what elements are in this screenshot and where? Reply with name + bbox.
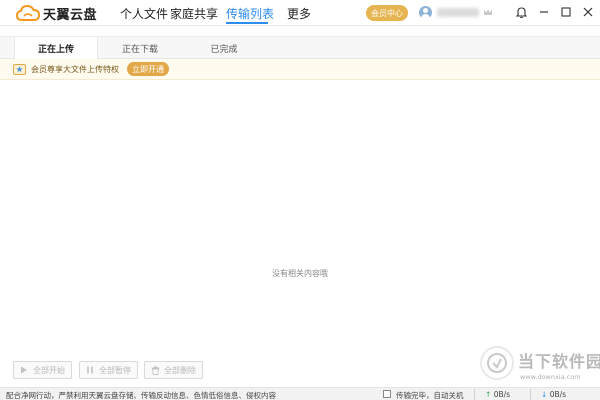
vip-badge-icon bbox=[13, 63, 26, 75]
pause-all-label: 全部暂停 bbox=[99, 365, 131, 375]
nav-more[interactable]: 更多 bbox=[287, 5, 311, 22]
title-bar: 天翼云盘 个人文件 家庭共享 传输列表 更多 会员中心 bbox=[0, 0, 600, 26]
upload-speed-value: 0B/s bbox=[493, 390, 511, 399]
watermark-url: www.downxia.com bbox=[520, 373, 581, 381]
username-redacted[interactable] bbox=[437, 8, 479, 17]
tab-uploading[interactable]: 正在上传 bbox=[14, 37, 98, 60]
auto-shutdown-checkbox[interactable] bbox=[383, 390, 391, 398]
close-icon[interactable] bbox=[582, 6, 594, 18]
start-all-label: 全部开始 bbox=[33, 365, 65, 375]
nav-transfer-list[interactable]: 传输列表 bbox=[226, 5, 274, 22]
maximize-icon[interactable] bbox=[560, 6, 572, 18]
status-divider bbox=[474, 389, 475, 400]
download-speed: ↓ 0B/s bbox=[541, 390, 566, 399]
transfer-tabs: 正在上传 正在下载 已完成 bbox=[0, 36, 600, 60]
activate-now-button[interactable]: 立即开通 bbox=[127, 62, 169, 76]
watermark-text: 当下软件园 bbox=[518, 352, 600, 371]
tab-downloading[interactable]: 正在下载 bbox=[98, 37, 182, 59]
nav-personal-files[interactable]: 个人文件 bbox=[120, 5, 168, 22]
auto-shutdown-label[interactable]: 传输完毕，自动关机 bbox=[396, 390, 464, 400]
start-all-button[interactable]: 全部开始 bbox=[13, 361, 72, 379]
arrow-down-icon: ↓ bbox=[541, 390, 548, 399]
delete-all-label: 全部删除 bbox=[164, 365, 196, 375]
vip-promo-bar: 会员尊享大文件上传特权 立即开通 bbox=[0, 59, 600, 80]
vip-center-button[interactable]: 会员中心 bbox=[366, 5, 408, 21]
delete-all-button[interactable]: 全部删除 bbox=[144, 361, 203, 379]
crown-icon bbox=[483, 7, 493, 17]
app-logo-text: 天翼云盘 bbox=[43, 7, 98, 23]
site-watermark: 当下软件园 www.downxia.com bbox=[480, 346, 600, 386]
upload-speed: ↑ 0B/s bbox=[485, 390, 510, 399]
empty-state-message: 没有相关内容哦 bbox=[272, 269, 328, 278]
tab-completed[interactable]: 已完成 bbox=[182, 37, 266, 59]
minimize-icon[interactable] bbox=[538, 6, 550, 18]
download-speed-value: 0B/s bbox=[549, 390, 567, 399]
pause-icon bbox=[85, 365, 95, 375]
play-icon bbox=[19, 365, 29, 375]
nav-family-share[interactable]: 家庭共享 bbox=[170, 5, 218, 22]
app-logo: 天翼云盘 bbox=[16, 5, 98, 23]
trash-icon bbox=[150, 365, 160, 375]
bell-icon[interactable] bbox=[515, 6, 527, 18]
status-bar: 配合净网行动，严禁利用天翼云盘存储、传输反动信息、色情低俗信息、侵权内容 传输完… bbox=[0, 387, 600, 400]
cloud-logo-icon bbox=[16, 5, 40, 21]
policy-notice: 配合净网行动，严禁利用天翼云盘存储、传输反动信息、色情低俗信息、侵权内容 bbox=[6, 391, 276, 400]
status-divider bbox=[530, 389, 531, 400]
arrow-up-icon: ↑ bbox=[485, 390, 492, 399]
pause-all-button[interactable]: 全部暂停 bbox=[79, 361, 138, 379]
nav-active-indicator bbox=[226, 22, 268, 24]
avatar[interactable] bbox=[419, 6, 432, 19]
watermark-logo-icon bbox=[480, 346, 514, 380]
promo-text: 会员尊享大文件上传特权 bbox=[31, 65, 119, 74]
